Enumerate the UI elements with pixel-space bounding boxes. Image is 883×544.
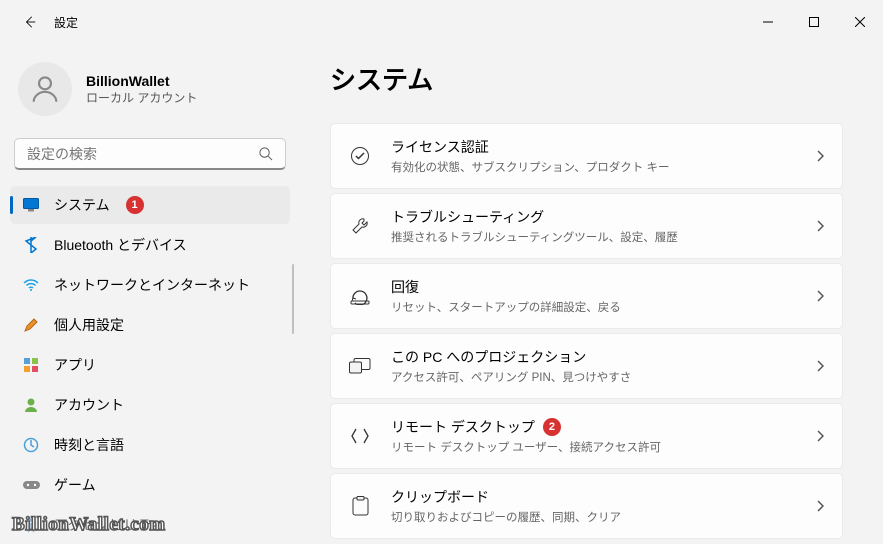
bluetooth-icon [22, 236, 40, 254]
sidebar-item-label: ネットワークとインターネット [54, 275, 250, 295]
minimize-button[interactable] [745, 6, 791, 38]
card-title: トラブルシューティング [391, 207, 544, 227]
clipboard-icon [349, 496, 371, 516]
sidebar-item-accounts[interactable]: アカウント [10, 386, 290, 424]
card-desc: 有効化の状態、サブスクリプション、プロダクト キー [391, 159, 796, 175]
sidebar-item-label: Bluetooth とデバイス [54, 235, 187, 255]
close-button[interactable] [837, 6, 883, 38]
minimize-icon [763, 17, 773, 27]
card-projecting[interactable]: この PC へのプロジェクションアクセス許可、ペアリング PIN、見つけやすさ [330, 333, 843, 399]
chevron-right-icon [816, 290, 824, 302]
brush-icon [22, 316, 40, 334]
accounts-icon [22, 396, 40, 414]
user-name: BillionWallet [86, 73, 197, 89]
projecting-icon [349, 358, 371, 374]
card-title: リモート デスクトップ [391, 417, 535, 437]
sidebar-item-gaming[interactable]: ゲーム [10, 466, 290, 504]
card-title: ライセンス認証 [391, 137, 489, 157]
window-controls [745, 6, 883, 38]
gaming-icon [22, 476, 40, 494]
card-desc: 推奨されるトラブルシューティングツール、設定、履歴 [391, 229, 796, 245]
sidebar: BillionWallet ローカル アカウント システム 1 Bluetoot… [0, 44, 300, 544]
search-input[interactable] [27, 146, 258, 162]
user-info: BillionWallet ローカル アカウント [86, 73, 197, 106]
card-desc: アクセス許可、ペアリング PIN、見つけやすさ [391, 369, 796, 385]
scrollbar-thumb[interactable] [292, 264, 294, 334]
page-title: システム [330, 60, 843, 97]
annotation-badge: 2 [543, 418, 561, 436]
close-icon [855, 17, 865, 27]
sidebar-item-network[interactable]: ネットワークとインターネット [10, 266, 290, 304]
check-circle-icon [349, 146, 371, 166]
user-block[interactable]: BillionWallet ローカル アカウント [10, 44, 290, 138]
wrench-icon [349, 216, 371, 236]
card-title: クリップボード [391, 487, 489, 507]
chevron-right-icon [816, 220, 824, 232]
card-desc: リモート デスクトップ ユーザー、接続アクセス許可 [391, 439, 796, 455]
card-clipboard[interactable]: クリップボード切り取りおよびコピーの履歴、同期、クリア [330, 473, 843, 539]
card-title: 回復 [391, 277, 419, 297]
content: システム ライセンス認証有効化の状態、サブスクリプション、プロダクト キー トラ… [300, 44, 883, 544]
sidebar-item-label: アプリ [54, 355, 96, 375]
system-icon [22, 196, 40, 214]
window-title: 設定 [54, 14, 78, 31]
card-recovery[interactable]: 回復リセット、スタートアップの詳細設定、戻る [330, 263, 843, 329]
sidebar-item-label: アカウント [54, 395, 124, 415]
clock-globe-icon [22, 436, 40, 454]
chevron-right-icon [816, 430, 824, 442]
maximize-button[interactable] [791, 6, 837, 38]
card-desc: リセット、スタートアップの詳細設定、戻る [391, 299, 796, 315]
nav-list: システム 1 Bluetooth とデバイス ネットワークとインターネット 個人… [10, 186, 290, 544]
watermark: BillionWallet.com [12, 514, 166, 536]
chevron-right-icon [816, 360, 824, 372]
arrow-left-icon [23, 15, 37, 29]
sidebar-item-bluetooth[interactable]: Bluetooth とデバイス [10, 226, 290, 264]
sidebar-item-apps[interactable]: アプリ [10, 346, 290, 384]
card-title: この PC へのプロジェクション [391, 347, 586, 367]
card-remote-desktop[interactable]: リモート デスクトップ 2 リモート デスクトップ ユーザー、接続アクセス許可 [330, 403, 843, 469]
back-button[interactable] [18, 10, 42, 34]
sidebar-item-label: システム [54, 195, 110, 215]
search-box[interactable] [14, 138, 286, 170]
settings-cards: ライセンス認証有効化の状態、サブスクリプション、プロダクト キー トラブルシュー… [330, 123, 843, 539]
titlebar: 設定 [0, 0, 883, 44]
apps-icon [22, 356, 40, 374]
chevron-right-icon [816, 150, 824, 162]
sidebar-item-personalization[interactable]: 個人用設定 [10, 306, 290, 344]
card-desc: 切り取りおよびコピーの履歴、同期、クリア [391, 509, 796, 525]
wifi-icon [22, 276, 40, 294]
maximize-icon [809, 17, 819, 27]
annotation-badge: 1 [126, 196, 144, 214]
user-type: ローカル アカウント [86, 89, 197, 106]
search-icon [258, 146, 273, 161]
card-troubleshoot[interactable]: トラブルシューティング推奨されるトラブルシューティングツール、設定、履歴 [330, 193, 843, 259]
sidebar-item-label: 個人用設定 [54, 315, 124, 335]
person-icon [28, 72, 62, 106]
sidebar-item-system[interactable]: システム 1 [10, 186, 290, 224]
sidebar-item-label: ゲーム [54, 475, 96, 495]
card-activation[interactable]: ライセンス認証有効化の状態、サブスクリプション、プロダクト キー [330, 123, 843, 189]
recovery-icon [349, 287, 371, 305]
avatar [18, 62, 72, 116]
chevron-right-icon [816, 500, 824, 512]
remote-desktop-icon [349, 427, 371, 445]
sidebar-item-time-language[interactable]: 時刻と言語 [10, 426, 290, 464]
sidebar-item-label: 時刻と言語 [54, 435, 124, 455]
